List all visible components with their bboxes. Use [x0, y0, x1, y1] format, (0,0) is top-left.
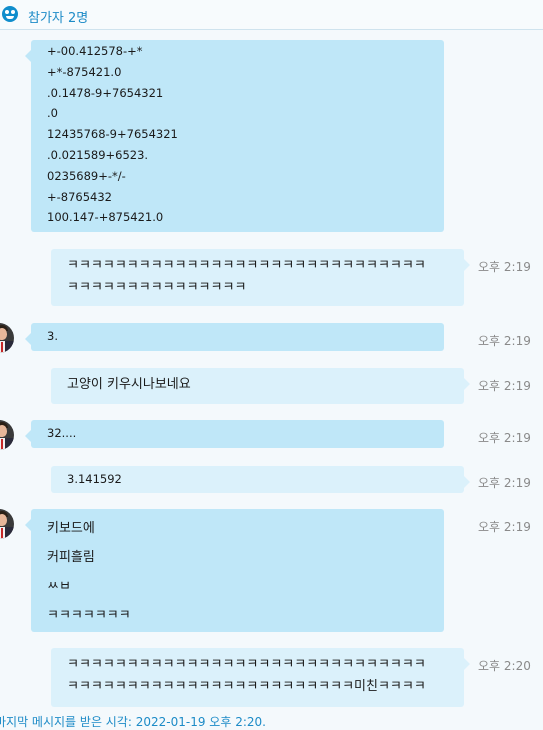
message-line: .0	[47, 106, 58, 121]
message-line: 3.	[47, 329, 58, 343]
message-timestamp: 오후 2:20	[478, 659, 531, 673]
participants-icon[interactable]	[2, 6, 18, 22]
message-bubble-outgoing: 3.141592	[51, 466, 470, 493]
message-line: +-8765432	[47, 189, 113, 204]
message-timestamp: 오후 2:19	[478, 520, 531, 534]
message-bubble-outgoing: ㅋㅋㅋㅋㅋㅋㅋㅋㅋㅋㅋㅋㅋㅋㅋㅋㅋㅋㅋㅋㅋㅋㅋㅋㅋㅋㅋㅋㅋㅋ ㅋㅋㅋㅋㅋㅋㅋㅋㅋ…	[51, 648, 470, 707]
message-bubble-incoming: 키보드에 커피흘림 ㅆㅂ ㅋㅋㅋㅋㅋㅋㅋ	[25, 509, 444, 632]
message-line: 12435768-9+7654321	[47, 127, 178, 142]
message-line: ㅋㅋㅋㅋㅋㅋㅋㅋㅋㅋㅋㅋㅋㅋㅋㅋㅋㅋㅋㅋㅋㅋㅋㅋㅋㅋㅋㅋㅋㅋ	[67, 657, 426, 672]
message-line: +*-875421.0	[47, 64, 122, 79]
message-bubble-outgoing: 고양이 키우시나보네요	[51, 368, 470, 404]
avatar[interactable]	[0, 323, 14, 353]
message-line: +-00.412578-+*	[47, 44, 143, 58]
avatar[interactable]	[0, 509, 14, 539]
message-line: .0.1478-9+7654321	[47, 85, 164, 100]
message-line: 키보드에	[47, 521, 95, 536]
message-line: .0.021589+6523.	[47, 147, 149, 162]
avatar[interactable]	[0, 420, 14, 450]
message-bubble-outgoing: ㅋㅋㅋㅋㅋㅋㅋㅋㅋㅋㅋㅋㅋㅋㅋㅋㅋㅋㅋㅋㅋㅋㅋㅋㅋㅋㅋㅋㅋㅋ ㅋㅋㅋㅋㅋㅋㅋㅋㅋ…	[51, 249, 470, 306]
last-message-status: 마지막 메시지를 받은 시각: 2022-01-19 오후 2:20.	[0, 715, 266, 729]
message-timestamp: 오후 2:19	[478, 334, 531, 348]
message-line: ㅋㅋㅋㅋㅋㅋㅋㅋㅋㅋㅋㅋㅋㅋㅋㅋㅋㅋㅋㅋㅋㅋㅋㅋ미친ㅋㅋㅋㅋ	[67, 679, 426, 694]
message-line: 고양이 키우시나보네요	[67, 377, 191, 392]
message-line: 커피흘림	[47, 550, 95, 565]
message-timestamp: 오후 2:19	[478, 379, 531, 393]
message-line: ㅋㅋㅋㅋㅋㅋㅋㅋㅋㅋㅋㅋㅋㅋㅋ	[67, 280, 247, 295]
message-timestamp: 오후 2:19	[478, 260, 531, 274]
message-line: 32....	[47, 426, 77, 440]
message-timestamp: 오후 2:19	[478, 431, 531, 445]
message-bubble-incoming: 32....	[25, 420, 444, 448]
participants-count[interactable]: 참가자 2명	[28, 7, 88, 26]
message-timestamp: 오후 2:19	[478, 476, 531, 490]
message-line: 0235689+-*/-	[47, 168, 126, 183]
message-bubble-incoming: 3.	[25, 323, 444, 351]
message-bubble-incoming: +-00.412578-+* +*-875421.0 .0.1478-9+765…	[25, 40, 444, 232]
message-line: ㅋㅋㅋㅋㅋㅋㅋ	[47, 608, 131, 623]
message-line: 3.141592	[67, 472, 122, 486]
message-line: ㅆㅂ	[47, 579, 71, 594]
message-line: ㅋㅋㅋㅋㅋㅋㅋㅋㅋㅋㅋㅋㅋㅋㅋㅋㅋㅋㅋㅋㅋㅋㅋㅋㅋㅋㅋㅋㅋㅋ	[67, 258, 426, 273]
chat-header: 참가자 2명	[0, 0, 543, 30]
message-line: 100.147-+875421.0	[47, 210, 164, 225]
